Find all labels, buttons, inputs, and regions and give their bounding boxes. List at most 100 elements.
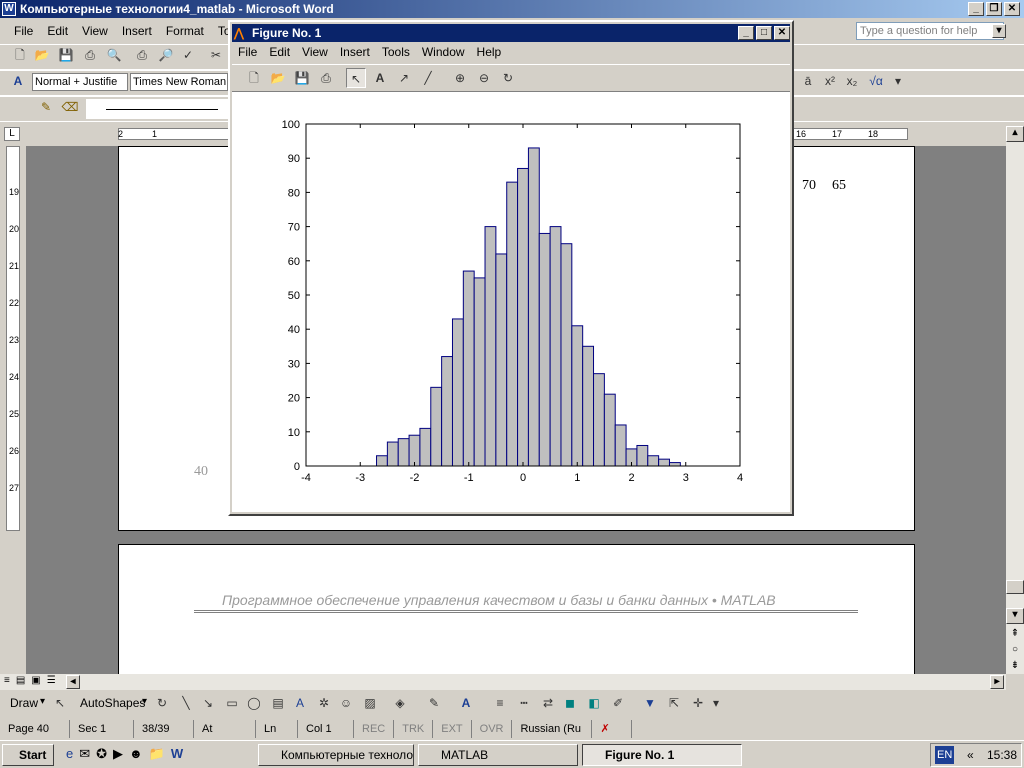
- figure-menu-file[interactable]: File: [238, 45, 257, 59]
- text-box-icon[interactable]: ▤: [268, 693, 288, 713]
- style-combo[interactable]: Normal + Justifie: [32, 73, 128, 91]
- save-icon[interactable]: 💾: [56, 45, 76, 65]
- arrow-style-icon[interactable]: ⇄: [538, 693, 558, 713]
- edit-plot-arrow-icon[interactable]: ↖: [346, 68, 366, 88]
- eraser-icon[interactable]: ⌫: [60, 97, 80, 117]
- next-page-icon[interactable]: ⇟: [1006, 658, 1024, 674]
- line-style-icon[interactable]: ≡: [490, 693, 510, 713]
- zoom-out-icon[interactable]: ⊖: [474, 68, 494, 88]
- equation-icon[interactable]: √α: [866, 71, 886, 91]
- word-icon[interactable]: W: [171, 746, 183, 762]
- line-color-icon[interactable]: ✎: [424, 693, 444, 713]
- spelling-status-icon[interactable]: ✗: [592, 720, 633, 738]
- figure-print-icon[interactable]: ⎙: [316, 68, 336, 88]
- taskbar-matlab[interactable]: MATLAB: [418, 744, 578, 766]
- draw-dropdown-icon[interactable]: ▾: [40, 696, 45, 707]
- figure-new-icon[interactable]: 🗋: [244, 68, 264, 88]
- edit-points-icon[interactable]: ⇱: [664, 693, 684, 713]
- preview-icon[interactable]: 🔎: [156, 45, 176, 65]
- rotate-icon[interactable]: ↻: [152, 693, 172, 713]
- fill-color-icon[interactable]: ◈: [390, 693, 410, 713]
- rectangle-icon[interactable]: ▭: [222, 693, 242, 713]
- start-button[interactable]: Start: [2, 744, 54, 766]
- line-style-box[interactable]: [86, 99, 228, 119]
- figure-close-icon[interactable]: ✕: [774, 26, 790, 40]
- figure-canvas[interactable]: -4 -3 -2 -1 0 1 2 3 4 0 10 20 30 40 50 60 70 80 90 100: [232, 92, 790, 512]
- superscript-icon[interactable]: x²: [820, 71, 840, 91]
- styles-icon[interactable]: A: [8, 71, 28, 91]
- status-rec[interactable]: REC: [354, 720, 395, 738]
- insert-arrow-icon[interactable]: ↗: [394, 68, 414, 88]
- player-icon[interactable]: ▶: [113, 746, 123, 762]
- cut-icon[interactable]: ✂: [206, 45, 226, 65]
- pen-icon[interactable]: ✎: [36, 97, 56, 117]
- figure-menu-tools[interactable]: Tools: [382, 45, 410, 59]
- folder-icon[interactable]: 📁: [149, 746, 165, 762]
- clip-art-icon[interactable]: ☺: [336, 693, 356, 713]
- scroll-up-icon[interactable]: ▴: [1006, 126, 1024, 142]
- figure-menu-help[interactable]: Help: [477, 45, 502, 59]
- status-trk[interactable]: TRK: [394, 720, 434, 738]
- scroll-thumb[interactable]: [1006, 580, 1024, 594]
- messenger-icon[interactable]: ☻: [129, 746, 143, 762]
- spelling-icon[interactable]: ✓: [178, 45, 198, 65]
- matlab-logo-icon[interactable]: ⋀: [234, 26, 248, 40]
- 3d-icon[interactable]: ◧: [584, 693, 604, 713]
- picture-icon[interactable]: ▨: [360, 693, 380, 713]
- previous-page-icon[interactable]: ⇞: [1006, 626, 1024, 642]
- figure-menu-edit[interactable]: Edit: [269, 45, 290, 59]
- scroll-left-icon[interactable]: ◂: [66, 675, 80, 689]
- fill-icon[interactable]: ✐: [608, 693, 628, 713]
- ie-icon[interactable]: e: [66, 746, 73, 762]
- help-dropdown-icon[interactable]: ▾: [992, 24, 1006, 38]
- taskbar-word[interactable]: Компьютерные техноло...: [258, 744, 414, 766]
- figure-menu-window[interactable]: Window: [422, 45, 465, 59]
- status-ovr[interactable]: OVR: [472, 720, 513, 738]
- insert-line-icon[interactable]: ╱: [418, 68, 438, 88]
- wordart-icon[interactable]: A: [290, 693, 310, 713]
- restore-icon[interactable]: ❐: [986, 2, 1002, 16]
- arrow-icon[interactable]: ↘: [198, 693, 218, 713]
- print-layout-icon[interactable]: ▣: [31, 675, 40, 686]
- select-objects-icon[interactable]: ↖: [50, 693, 70, 713]
- print-preview-icon[interactable]: 🔍: [104, 45, 124, 65]
- rotate-3d-icon[interactable]: ↻: [498, 68, 518, 88]
- phonetic-guide-icon[interactable]: ā: [798, 71, 818, 91]
- print-icon[interactable]: ⎙: [132, 45, 152, 65]
- status-ext[interactable]: EXT: [433, 720, 472, 738]
- font-color-icon[interactable]: A: [456, 693, 476, 713]
- autoshapes-menu[interactable]: AutoShapes: [80, 696, 145, 710]
- word-app-icon[interactable]: W: [2, 2, 16, 16]
- menu-view[interactable]: View: [82, 24, 108, 38]
- horizontal-scrollbar[interactable]: [0, 674, 1006, 690]
- dash-style-icon[interactable]: ┅: [514, 693, 534, 713]
- align-icon[interactable]: ✛: [688, 693, 708, 713]
- normal-view-icon[interactable]: ≡: [4, 675, 10, 686]
- autoshapes-dropdown-icon[interactable]: ▾: [142, 696, 147, 707]
- web-view-icon[interactable]: ▤: [16, 675, 25, 686]
- subscript-icon[interactable]: x₂: [842, 71, 862, 91]
- tray-expand-icon[interactable]: «: [967, 744, 974, 766]
- menu-format[interactable]: Format: [166, 24, 204, 38]
- language-indicator[interactable]: EN: [935, 746, 955, 764]
- figure-save-icon[interactable]: 💾: [292, 68, 312, 88]
- figure-open-icon[interactable]: 📂: [268, 68, 288, 88]
- figure-menu-view[interactable]: View: [302, 45, 328, 59]
- close-icon[interactable]: ✕: [1004, 2, 1020, 16]
- outlook-icon[interactable]: ✉: [79, 746, 90, 762]
- insert-text-icon[interactable]: A: [370, 68, 390, 88]
- taskbar-figure[interactable]: Figure No. 1: [582, 744, 742, 766]
- toolbar-options-icon[interactable]: ▾: [888, 71, 908, 91]
- tab-selector-icon[interactable]: L: [4, 127, 20, 141]
- figure-minimize-icon[interactable]: _: [738, 26, 754, 40]
- toolbar-more-icon[interactable]: ▾: [706, 693, 726, 713]
- figure-maximize-icon[interactable]: □: [756, 26, 772, 40]
- menu-insert[interactable]: Insert: [122, 24, 152, 38]
- zoom-in-icon[interactable]: ⊕: [450, 68, 470, 88]
- menu-edit[interactable]: Edit: [47, 24, 68, 38]
- draw-menu[interactable]: Draw: [10, 696, 38, 710]
- menu-file[interactable]: File: [14, 24, 33, 38]
- scroll-down-icon[interactable]: ▾: [1006, 608, 1024, 624]
- scroll-right-icon[interactable]: ▸: [990, 675, 1004, 689]
- figure-menu-insert[interactable]: Insert: [340, 45, 370, 59]
